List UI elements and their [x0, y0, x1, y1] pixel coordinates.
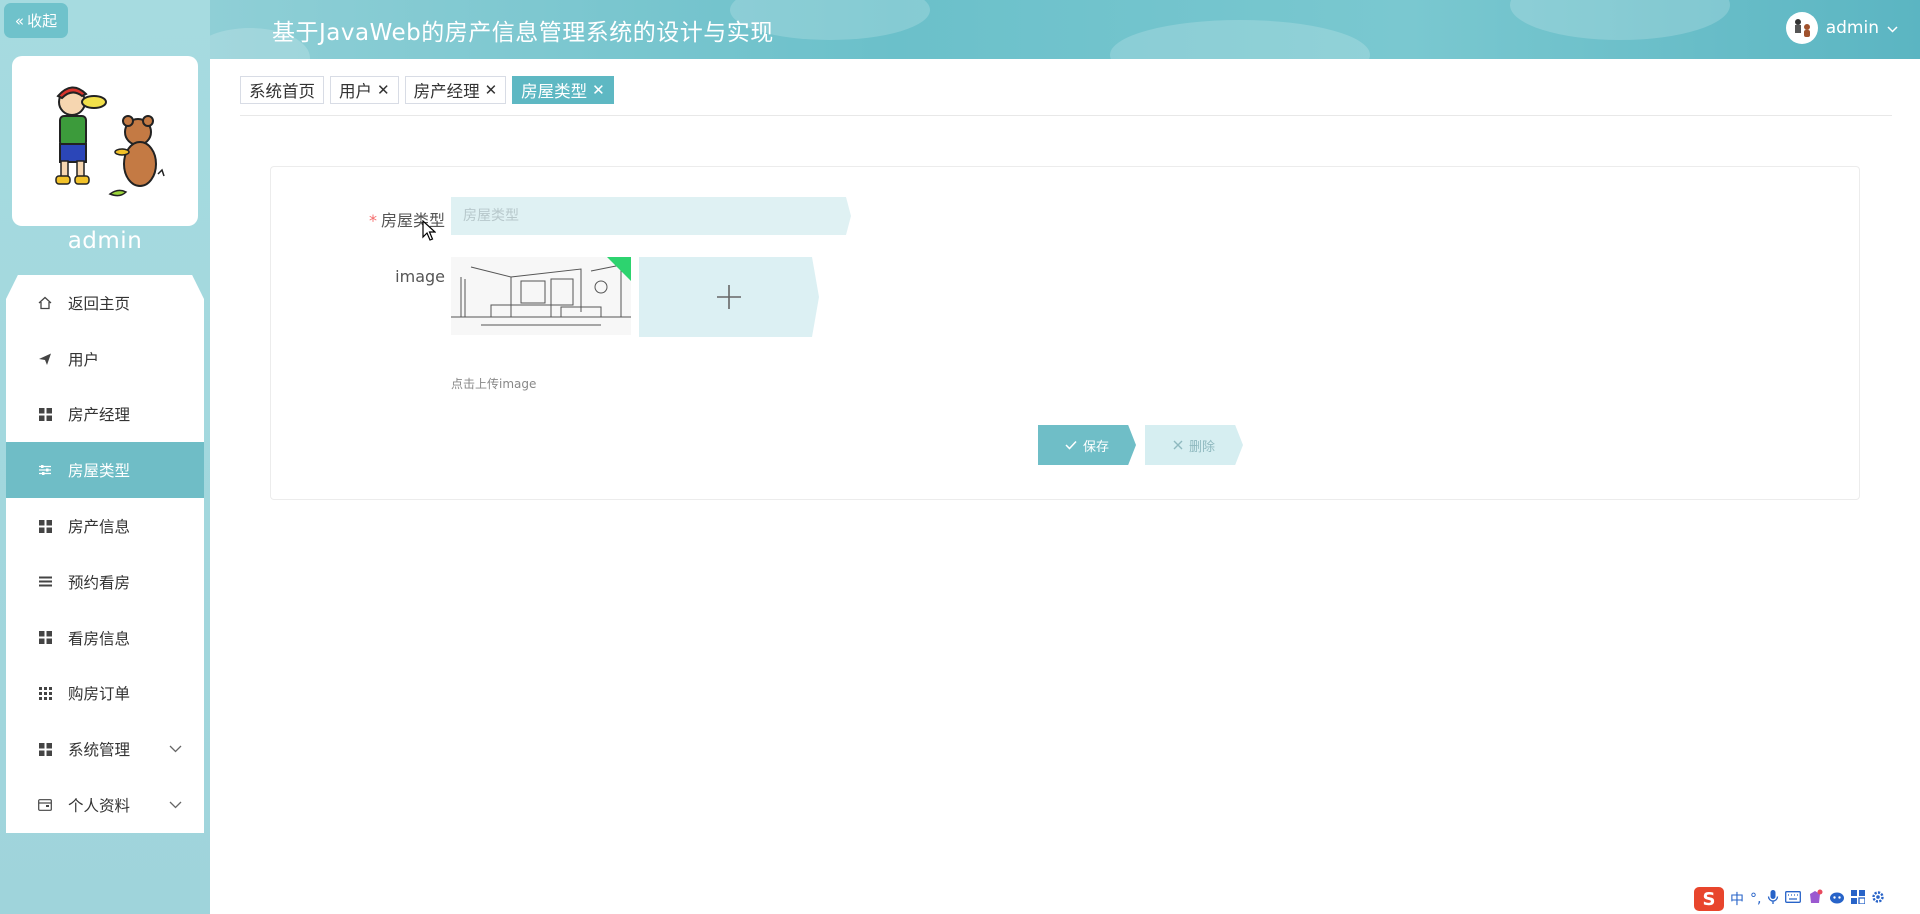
tab-bar: 系统首页 用户 ✕ 房产经理 ✕ 房屋类型 ✕	[240, 76, 1892, 116]
sliders-icon	[38, 463, 52, 477]
delete-button-label: 删除	[1188, 439, 1215, 455]
grid-icon	[38, 519, 52, 533]
ime-punctuation-toggle[interactable]: °,	[1750, 891, 1761, 907]
sidebar-item-house-type[interactable]: 房屋类型	[6, 442, 204, 499]
ime-language-toggle[interactable]: 中	[1730, 889, 1744, 909]
settings-gear-icon[interactable]	[1871, 890, 1885, 908]
double-chevron-left-icon: «	[14, 11, 25, 30]
upload-hint: 点击上传image	[451, 377, 537, 391]
sidebar-item-house-info[interactable]: 房产信息	[6, 498, 204, 554]
close-icon[interactable]: ✕	[485, 81, 498, 99]
cartoon-avatar-image	[55, 86, 165, 197]
sidebar-item-label: 系统管理	[68, 741, 131, 760]
header-cloud-decoration	[1110, 20, 1370, 59]
image-upload-button[interactable]	[639, 257, 819, 337]
sidebar-item-viewing-appointment[interactable]: 预约看房	[6, 554, 204, 610]
tab-managers[interactable]: 房产经理 ✕	[404, 76, 507, 104]
sidebar-item-label: 房产信息	[68, 518, 131, 537]
user-avatar-icon	[1794, 19, 1810, 37]
collapse-button[interactable]: « 收起	[4, 3, 68, 38]
sidebar-menu: 返回主页 用户 房产经理 房屋类型 房产信息 预约看房 看房信息 购房订单 系统…	[6, 275, 204, 833]
sidebar-item-managers[interactable]: 房产经理	[6, 387, 204, 443]
close-icon[interactable]: ✕	[377, 81, 390, 99]
skin-icon[interactable]	[1807, 889, 1823, 909]
plus-icon	[717, 285, 741, 309]
microphone-icon[interactable]	[1767, 889, 1779, 909]
sidebar-item-label: 返回主页	[68, 294, 131, 313]
tab-label: 用户	[339, 82, 372, 101]
chevron-down-icon	[169, 798, 182, 812]
page-title: 基于JavaWeb的房产信息管理系统的设计与实现	[272, 20, 774, 46]
grid-icon	[38, 742, 52, 756]
wallet-icon	[38, 798, 52, 812]
required-mark: *	[368, 211, 377, 230]
mouse-cursor-icon	[422, 220, 436, 241]
list-icon	[38, 575, 52, 589]
check-icon	[1065, 440, 1077, 450]
sidebar-item-label: 房产经理	[68, 406, 131, 425]
chevron-down-icon	[1887, 18, 1898, 38]
sidebar-item-users[interactable]: 用户	[6, 331, 204, 387]
sidebar-username: admin	[67, 228, 143, 254]
close-icon[interactable]: ✕	[592, 81, 605, 99]
sidebar-item-label: 购房订单	[68, 685, 131, 704]
sidebar-item-label: 预约看房	[68, 573, 131, 592]
selected-corner-badge	[607, 257, 631, 281]
sidebar-item-label: 房屋类型	[68, 462, 131, 481]
header-username: admin	[1825, 18, 1879, 38]
emoji-icon[interactable]	[1829, 890, 1845, 908]
save-button[interactable]: 保存	[1038, 425, 1136, 465]
sidebar-item-home[interactable]: 返回主页	[6, 275, 204, 331]
keyboard-icon[interactable]	[1785, 891, 1802, 907]
delete-button[interactable]: 删除	[1145, 425, 1243, 465]
sidebar: « 收起 admin 返回主页 用户 房产经理 房屋类型 房产信息 预约看房 看…	[0, 0, 210, 914]
sidebar-item-system-management[interactable]: 系统管理	[6, 721, 204, 777]
sidebar-item-profile[interactable]: 个人资料	[6, 777, 204, 833]
close-icon	[1173, 440, 1183, 450]
avatar	[1785, 12, 1818, 44]
tab-label: 房屋类型	[521, 82, 588, 101]
tab-house-type[interactable]: 房屋类型 ✕	[512, 76, 614, 104]
uploaded-image-thumbnail[interactable]	[451, 257, 631, 335]
toolbox-icon[interactable]	[1851, 890, 1867, 908]
save-button-label: 保存	[1082, 439, 1109, 455]
sidebar-item-orders[interactable]: 购房订单	[6, 666, 204, 722]
image-label: image	[395, 267, 445, 286]
collapse-label: 收起	[27, 12, 58, 30]
house-type-form: *房屋类型 image 点击上传image	[270, 166, 1860, 500]
avatar	[12, 56, 198, 226]
sidebar-item-label: 看房信息	[68, 629, 131, 648]
user-menu[interactable]: admin	[1785, 12, 1898, 44]
top-header: 基于JavaWeb的房产信息管理系统的设计与实现 admin	[210, 0, 1920, 59]
room-sketch-image	[451, 257, 631, 335]
chevron-down-icon	[169, 742, 182, 756]
send-icon	[38, 352, 52, 366]
sidebar-item-label: 用户	[68, 350, 100, 369]
dots-grid-icon	[38, 686, 52, 700]
ime-toolbar: S 中 °,	[1690, 884, 1918, 914]
home-icon	[38, 296, 52, 310]
tab-home[interactable]: 系统首页	[240, 76, 324, 104]
grid-icon	[38, 631, 52, 645]
house-type-input[interactable]	[451, 197, 851, 235]
tab-users[interactable]: 用户 ✕	[330, 76, 399, 104]
sidebar-item-viewing-info[interactable]: 看房信息	[6, 610, 204, 666]
tab-label: 系统首页	[249, 82, 315, 101]
header-cloud-decoration	[1510, 0, 1730, 40]
tab-label: 房产经理	[413, 82, 480, 101]
sidebar-item-label: 个人资料	[68, 797, 131, 816]
sogou-ime-logo-icon[interactable]: S	[1694, 887, 1724, 911]
grid-icon	[38, 407, 52, 421]
